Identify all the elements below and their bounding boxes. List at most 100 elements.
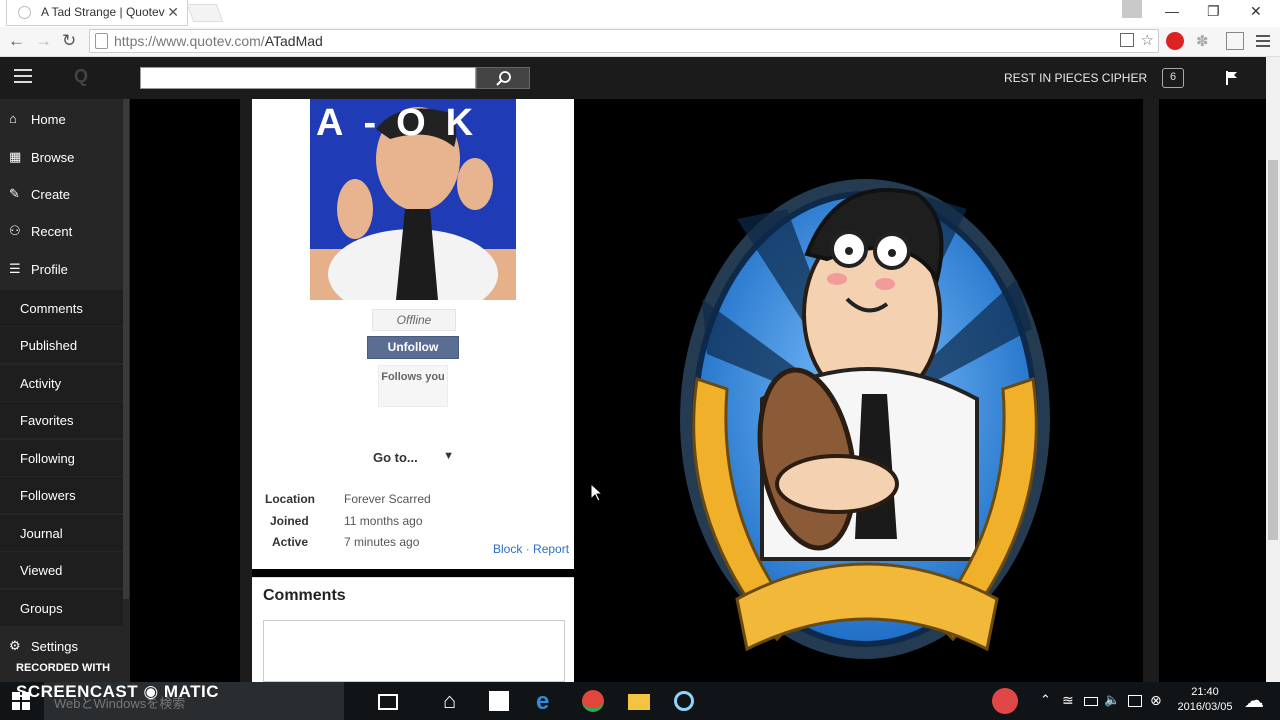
- sidebar-item-create[interactable]: ✎ Create: [0, 176, 130, 212]
- sidebar-item-label: Home: [31, 112, 66, 127]
- sidebar-item-label: Groups: [20, 601, 63, 616]
- screencast-watermark: RECORDED WITH SCREENCAST ◉ MATIC: [0, 660, 240, 701]
- sidebar-item-label: Following: [20, 451, 75, 466]
- antivirus-tray-icon[interactable]: [992, 688, 1018, 714]
- sidebar-item-following[interactable]: Following: [0, 440, 123, 476]
- task-view-icon[interactable]: [378, 694, 398, 710]
- goto-dropdown[interactable]: Go to... ▼: [370, 446, 460, 470]
- extension-red-icon[interactable]: [1166, 32, 1184, 50]
- bookmark-star-icon[interactable]: ☆: [1141, 31, 1154, 49]
- profile-icon: ☰: [9, 261, 21, 276]
- follows-you-badge: Follows you: [378, 365, 448, 407]
- active-label: Active: [272, 535, 309, 549]
- home-icon: ⌂: [9, 111, 17, 126]
- page-scrollbar-thumb[interactable]: [1268, 160, 1278, 540]
- sidebar-item-label: Profile: [31, 262, 68, 277]
- quotev-logo[interactable]: Q: [74, 66, 88, 87]
- search-input[interactable]: [140, 67, 476, 89]
- sidebar-item-label: Followers: [20, 488, 76, 503]
- joined-value: 11 months ago: [344, 514, 423, 528]
- file-explorer-icon[interactable]: [628, 694, 650, 710]
- sidebar-item-comments[interactable]: Comments: [0, 290, 123, 326]
- restore-button[interactable]: ❐: [1207, 3, 1220, 20]
- block-link[interactable]: Block: [493, 542, 522, 556]
- sidebar-item-followers[interactable]: Followers: [0, 477, 123, 513]
- extension-copy-icon[interactable]: [1226, 32, 1244, 50]
- sidebar-item-profile[interactable]: ☰ Profile: [0, 251, 130, 287]
- clock-time: 21:40: [1191, 686, 1219, 698]
- close-circle-icon[interactable]: ⊗: [1150, 692, 1176, 718]
- goto-label: Go to...: [373, 450, 418, 465]
- sidebar-item-label: Favorites: [20, 413, 74, 428]
- comments-heading: Comments: [263, 587, 346, 604]
- forward-arrow-icon[interactable]: →: [35, 31, 52, 51]
- sidebar-item-label: Viewed: [20, 563, 63, 578]
- translate-icon[interactable]: [1120, 33, 1134, 47]
- sidebar-item-activity[interactable]: Activity: [0, 365, 123, 401]
- sidebar-item-browse[interactable]: ▦ Browse: [0, 139, 130, 175]
- page-background: [130, 99, 240, 682]
- avatar[interactable]: A-OK: [310, 99, 516, 300]
- favicon-icon: [18, 6, 31, 19]
- report-link[interactable]: Report: [533, 542, 569, 556]
- taskbar-clock[interactable]: 21:40 2016/03/05: [1175, 685, 1235, 715]
- unfollow-button[interactable]: Unfollow: [367, 336, 459, 359]
- home-taskbar-icon[interactable]: ⌂: [443, 688, 469, 714]
- back-arrow-icon[interactable]: ←: [8, 31, 25, 51]
- sidebar-item-label: Journal: [20, 526, 63, 541]
- sidebar-item-label: Comments: [20, 301, 83, 316]
- recorded-with-text: RECORDED WITH: [16, 662, 111, 674]
- user-profile-icon[interactable]: [1122, 0, 1142, 18]
- link-separator: ·: [525, 542, 530, 556]
- sidebar-scrollbar[interactable]: [123, 99, 129, 599]
- sidebar-item-recent[interactable]: ⚇ Recent: [0, 213, 130, 249]
- sidebar-item-label: Settings: [31, 639, 78, 654]
- reload-icon[interactable]: ↻: [62, 31, 76, 51]
- tab-close-icon[interactable]: ✕: [167, 4, 179, 21]
- content-gutter: [240, 99, 252, 682]
- mouse-cursor-icon: [590, 482, 604, 507]
- sidebar-item-label: Recent: [31, 224, 73, 239]
- action-center-icon[interactable]: [1128, 695, 1142, 707]
- new-tab-button[interactable]: [186, 4, 224, 22]
- chrome-menu-icon[interactable]: [1256, 32, 1270, 50]
- browser-tab[interactable]: A Tad Strange | Quotev ✕: [6, 0, 188, 26]
- sidebar-item-groups[interactable]: Groups: [0, 590, 123, 626]
- joined-label: Joined: [270, 514, 309, 528]
- sidebar-item-viewed[interactable]: Viewed: [0, 552, 123, 588]
- url-text: https://www.quotev.com/ATadMad: [114, 33, 323, 49]
- location-value: Forever Scarred: [344, 492, 431, 506]
- flag-icon[interactable]: [1226, 71, 1238, 90]
- notifications-badge[interactable]: 6: [1162, 68, 1184, 88]
- minimize-button[interactable]: —: [1165, 3, 1179, 19]
- weather-cloud-icon[interactable]: ☁: [1244, 688, 1270, 714]
- battery-icon[interactable]: [1084, 697, 1098, 706]
- edge-browser-icon[interactable]: e: [536, 688, 562, 715]
- comment-textarea[interactable]: [263, 620, 565, 682]
- sidebar-item-favorites[interactable]: Favorites: [0, 402, 123, 438]
- tab-title: A Tad Strange | Quotev: [41, 5, 165, 19]
- user-menu[interactable]: REST IN PIECES CIPHER: [1004, 71, 1147, 85]
- sidebar-item-published[interactable]: Published: [0, 327, 123, 363]
- volume-icon[interactable]: 🔈: [1104, 692, 1130, 718]
- sidebar-item-home[interactable]: ⌂ Home: [0, 101, 130, 137]
- hamburger-menu-icon[interactable]: [14, 69, 32, 83]
- sidebar-item-journal[interactable]: Journal: [0, 515, 123, 551]
- location-label: Location: [265, 492, 315, 506]
- sidebar-item-label: Browse: [31, 150, 75, 165]
- users-icon: ⚇: [9, 223, 21, 238]
- sidebar-item-settings[interactable]: ⚙ Settings: [0, 628, 130, 664]
- extension-puzzle-icon[interactable]: ✽: [1196, 32, 1214, 50]
- block-report-links: Block · Report: [493, 542, 569, 556]
- store-icon[interactable]: [489, 691, 509, 711]
- chevron-down-icon: ▼: [443, 450, 454, 462]
- close-window-button[interactable]: ✕: [1250, 3, 1262, 20]
- screencast-brand-text: SCREENCAST ◉ MATIC: [16, 682, 219, 701]
- page-icon: [95, 33, 108, 49]
- profile-banner-image: [587, 99, 1143, 682]
- address-bar[interactable]: https://www.quotev.com/ATadMad ☆: [89, 29, 1159, 53]
- screencast-app-icon[interactable]: [674, 691, 694, 711]
- chrome-icon[interactable]: [582, 690, 604, 712]
- search-button[interactable]: [476, 67, 530, 89]
- status-badge: Offline: [372, 309, 456, 331]
